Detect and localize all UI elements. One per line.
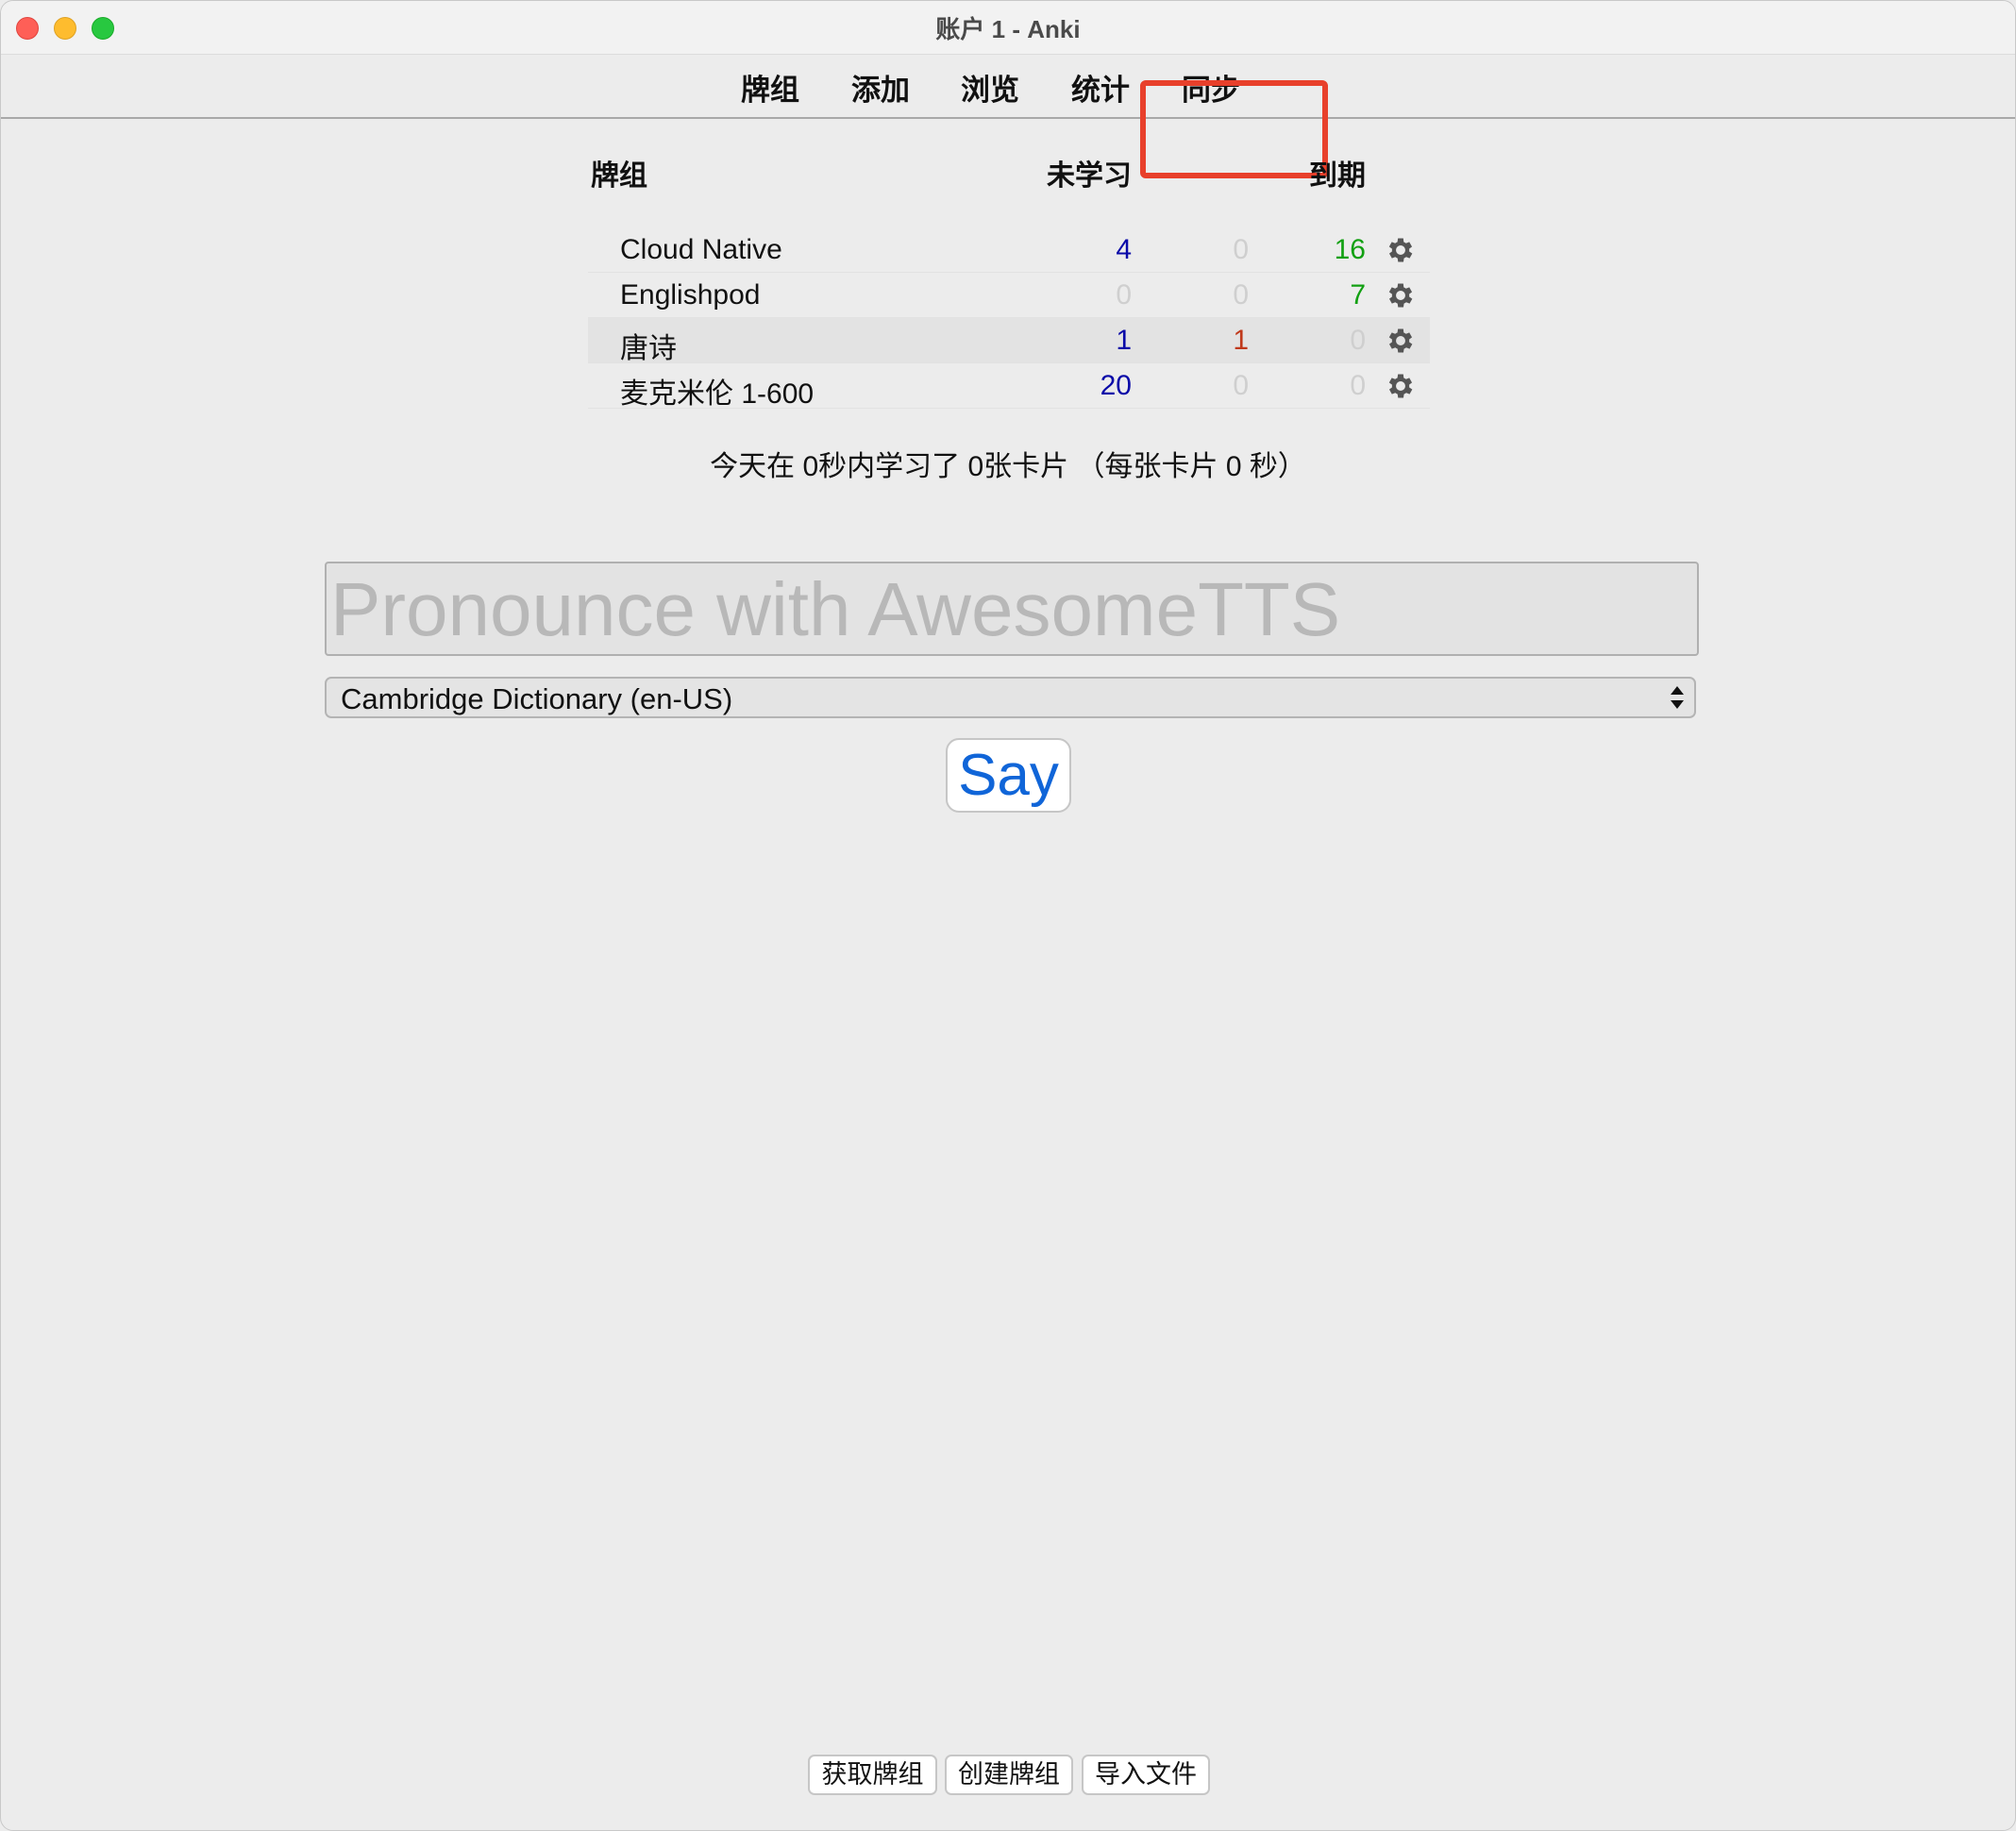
- learn-count: 1: [1233, 325, 1249, 356]
- due-column-header: 到期: [1309, 160, 1366, 192]
- learn-count: 0: [1233, 234, 1249, 265]
- window-title: 账户 1 - Anki: [935, 15, 1081, 43]
- new-count: 20: [1100, 370, 1132, 401]
- deck-row: Englishpod 0 0 7: [588, 273, 1430, 318]
- deck-row: 麦克米伦 1-600 20 0 0: [588, 363, 1430, 412]
- main-toolbar: 牌组 添加 浏览 统计 同步: [1, 55, 2015, 178]
- new-count: 1: [1116, 325, 1132, 356]
- due-count: 0: [1350, 325, 1366, 356]
- deck-name[interactable]: Englishpod: [620, 279, 760, 311]
- deck-row: 唐诗 1 1 0: [588, 318, 1430, 366]
- due-count: 16: [1334, 234, 1366, 265]
- toolbar-add-button[interactable]: 添加: [851, 66, 910, 109]
- gear-icon[interactable]: [1385, 325, 1417, 357]
- gear-icon[interactable]: [1385, 279, 1417, 311]
- create-deck-button[interactable]: 创建牌组: [945, 1755, 1073, 1795]
- tts-service-value: Cambridge Dictionary (en-US): [341, 682, 733, 715]
- study-stats: 今天在 0秒内学习了 0张卡片 （每张卡片 0 秒）: [710, 451, 1306, 482]
- deck-name[interactable]: 麦克米伦 1-600: [620, 370, 814, 412]
- new-column-header: 未学习: [1047, 160, 1132, 192]
- gear-icon[interactable]: [1385, 234, 1417, 266]
- due-count: 0: [1350, 370, 1366, 401]
- deck-column-header: 牌组: [591, 160, 647, 192]
- due-count: 7: [1350, 279, 1366, 311]
- learn-count: 0: [1233, 279, 1249, 311]
- toolbar-browse-button[interactable]: 浏览: [961, 66, 1019, 109]
- toolbar-decks-button[interactable]: 牌组: [741, 66, 799, 109]
- toolbar-stats-button[interactable]: 统计: [1071, 66, 1130, 109]
- say-button[interactable]: Say: [946, 738, 1071, 813]
- tts-text-input[interactable]: Pronounce with AwesomeTTS: [325, 562, 1699, 656]
- new-count: 0: [1116, 279, 1132, 311]
- deck-row: Cloud Native 4 0 16: [588, 227, 1430, 273]
- anki-main-window: 账户 1 - Anki 牌组 添加 浏览 统计 同步 牌组 未学习 到期 Clo…: [0, 0, 2016, 1831]
- new-count: 4: [1116, 234, 1132, 265]
- import-file-button[interactable]: 导入文件: [1082, 1755, 1210, 1795]
- deck-name[interactable]: 唐诗: [620, 325, 677, 366]
- tts-service-select[interactable]: Cambridge Dictionary (en-US): [325, 677, 1696, 718]
- title-bar: 账户 1 - Anki: [1, 1, 2015, 55]
- select-arrows-icon: [1671, 686, 1684, 709]
- learn-count: 0: [1233, 370, 1249, 401]
- sync-highlight-box: [1140, 80, 1328, 178]
- deck-name[interactable]: Cloud Native: [620, 234, 782, 266]
- gear-icon[interactable]: [1385, 370, 1417, 402]
- get-shared-button[interactable]: 获取牌组: [808, 1755, 937, 1795]
